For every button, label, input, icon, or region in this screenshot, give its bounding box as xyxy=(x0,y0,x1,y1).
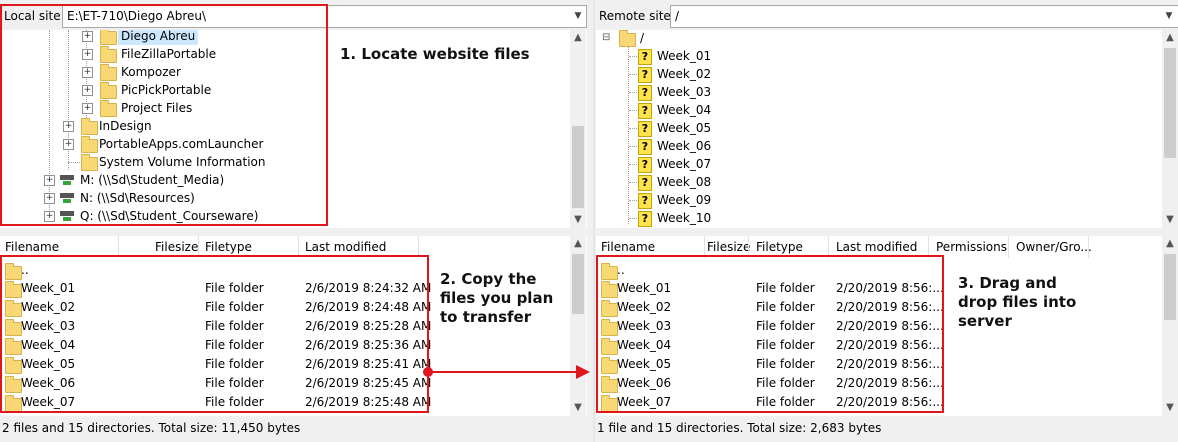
arrow-head-icon xyxy=(576,365,590,379)
drag-arrow xyxy=(423,365,590,379)
